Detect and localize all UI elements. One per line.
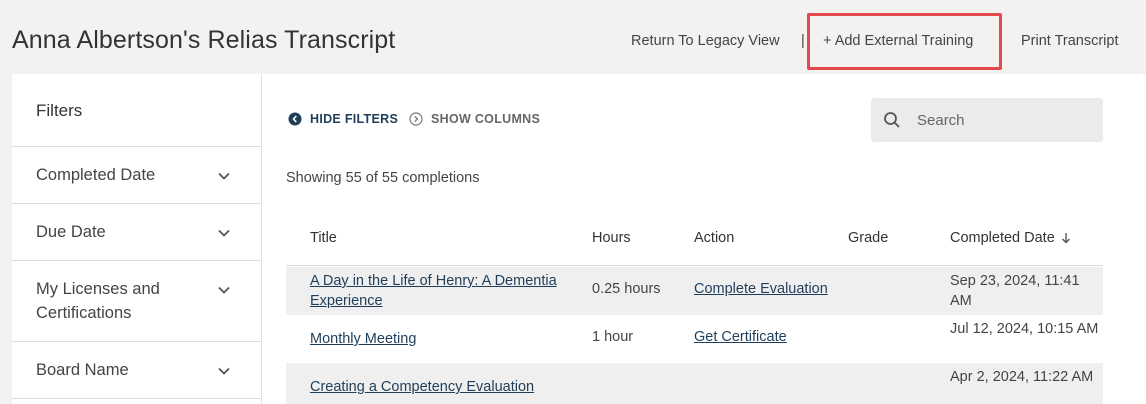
chevron-down-icon: [218, 367, 230, 375]
row-title-cell: A Day in the Life of Henry: A Dementia E…: [310, 271, 580, 311]
course-title-link[interactable]: Creating a Competency Evaluation: [310, 379, 534, 395]
column-header-hours[interactable]: Hours: [592, 230, 631, 246]
highlight-annotation-box: [807, 13, 1002, 70]
table-header: Title Hours Action Grade Completed Date: [286, 221, 1103, 266]
chevron-right-circle-icon: [409, 112, 423, 126]
table-row: Monthly Meeting 1 hour Get Certificate J…: [286, 315, 1103, 363]
row-action-cell: Complete Evaluation: [694, 281, 828, 297]
column-header-action[interactable]: Action: [694, 230, 734, 246]
completions-count: Showing 55 of 55 completions: [286, 170, 480, 186]
column-header-title[interactable]: Title: [310, 230, 337, 246]
row-completed-date: Sep 23, 2024, 11:41 AM: [950, 273, 1080, 309]
chevron-left-circle-icon: [288, 112, 302, 126]
course-title-link[interactable]: A Day in the Life of Henry: A Dementia E…: [310, 273, 557, 309]
chevron-down-icon: [218, 229, 230, 237]
column-header-label: Completed Date: [950, 230, 1055, 246]
transcript-main: HIDE FILTERS SHOW COLUMNS Showing 55 of …: [262, 74, 1146, 404]
course-title-link[interactable]: Monthly Meeting: [310, 331, 416, 347]
show-columns-button[interactable]: SHOW COLUMNS: [409, 112, 540, 126]
row-completed-date: Jul 12, 2024, 10:15 AM: [950, 321, 1099, 337]
row-title-cell: Monthly Meeting: [310, 329, 580, 349]
filter-completed-date[interactable]: Completed Date: [12, 147, 261, 204]
filters-title: Filters: [12, 74, 261, 147]
show-columns-label: SHOW COLUMNS: [431, 112, 541, 126]
filter-licenses-certifications[interactable]: My Licenses and Certifications: [12, 261, 261, 342]
column-header-grade[interactable]: Grade: [848, 230, 888, 246]
return-to-legacy-link[interactable]: Return To Legacy View: [631, 33, 780, 49]
filter-due-date[interactable]: Due Date: [12, 204, 261, 261]
row-title-cell: Creating a Competency Evaluation: [310, 377, 580, 397]
row-hours: 1 hour: [592, 329, 634, 345]
chevron-down-icon: [218, 286, 230, 294]
row-hours: 0.25 hours: [592, 281, 661, 297]
search-icon: [883, 111, 901, 129]
search-box: [871, 98, 1103, 142]
hide-filters-button[interactable]: HIDE FILTERS: [288, 112, 398, 126]
table-row: A Day in the Life of Henry: A Dementia E…: [286, 267, 1103, 315]
filters-sidebar: Filters Completed Date Due Date My Licen…: [12, 74, 262, 404]
link-divider: |: [801, 33, 805, 49]
sort-descending-arrow-icon: [1061, 233, 1070, 244]
table-row: Creating a Competency Evaluation Apr 2, …: [286, 363, 1103, 404]
print-transcript-link[interactable]: Print Transcript: [1021, 33, 1119, 49]
filter-label: My Licenses and Certifications: [36, 280, 160, 322]
column-header-completed-date[interactable]: Completed Date: [950, 230, 1071, 246]
get-certificate-link[interactable]: Get Certificate: [694, 329, 787, 345]
search-input[interactable]: [917, 98, 1097, 142]
row-action-cell: Get Certificate: [694, 329, 787, 345]
filter-board-name[interactable]: Board Name: [12, 342, 261, 399]
chevron-down-icon: [218, 172, 230, 180]
complete-evaluation-link[interactable]: Complete Evaluation: [694, 281, 828, 297]
hide-filters-label: HIDE FILTERS: [310, 112, 399, 126]
row-completed-date: Apr 2, 2024, 11:22 AM: [950, 369, 1094, 385]
